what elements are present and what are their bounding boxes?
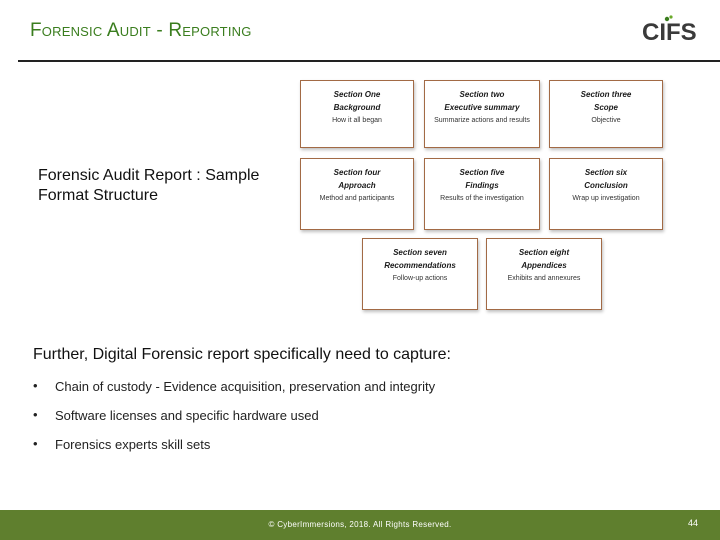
card-name: Appendices [521, 261, 567, 270]
title-divider [18, 60, 720, 62]
section-card-6: Section six Conclusion Wrap up investiga… [549, 158, 663, 230]
copyright-text: © CyberImmersions, 2018. All Rights Rese… [268, 520, 452, 529]
list-item-text: Software licenses and specific hardware … [55, 408, 319, 423]
further-heading: Further, Digital Forensic report specifi… [33, 346, 451, 363]
card-desc: Exhibits and annexures [507, 275, 581, 282]
cifs-logo: CIFS [642, 15, 697, 46]
logo-text: CIFS [642, 19, 697, 46]
card-desc: How it all began [332, 117, 382, 124]
list-item-text: Chain of custody - Evidence acquisition,… [55, 379, 436, 394]
card-desc: Summarize actions and results [434, 117, 530, 124]
page-number: 44 [687, 518, 698, 528]
card-section: Section two [459, 90, 505, 99]
card-section: Section seven [393, 248, 447, 257]
card-desc: Results of the investigation [440, 195, 524, 202]
bullet-icon: • [33, 407, 38, 422]
section-card-5: Section five Findings Results of the inv… [424, 158, 540, 230]
section-card-4: Section four Approach Method and partici… [300, 158, 414, 230]
bullet-icon: • [33, 378, 38, 393]
card-desc: Wrap up investigation [572, 195, 640, 202]
footer-bar: © CyberImmersions, 2018. All Rights Rese… [0, 510, 720, 540]
card-desc: Objective [591, 117, 621, 124]
card-section: Section four [333, 168, 381, 177]
card-section: Section six [584, 168, 628, 177]
card-section: Section five [459, 168, 505, 177]
list-item-text: Forensics experts skill sets [55, 437, 211, 452]
report-subtitle: Forensic Audit Report : Sample Format St… [38, 167, 260, 204]
card-name: Approach [338, 181, 376, 190]
section-card-2: Section two Executive summary Summarize … [424, 80, 540, 148]
card-section: Section One [333, 90, 381, 99]
section-card-7: Section seven Recommendations Follow-up … [362, 238, 478, 310]
slide-title: Forensic Audit - Reporting [30, 20, 252, 41]
section-card-1: Section One Background How it all began [300, 80, 414, 148]
card-name: Recommendations [384, 261, 456, 270]
card-name: Background [333, 103, 381, 112]
section-card-8: Section eight Appendices Exhibits and an… [486, 238, 602, 310]
bullet-icon: • [33, 436, 38, 451]
section-card-3: Section three Scope Objective [549, 80, 663, 148]
card-name: Conclusion [584, 181, 628, 190]
card-name: Executive summary [444, 103, 520, 112]
card-desc: Follow-up actions [392, 275, 448, 282]
card-section: Section eight [518, 248, 570, 257]
card-desc: Method and participants [319, 195, 395, 202]
card-name: Findings [465, 181, 499, 190]
card-section: Section three [580, 90, 632, 99]
card-name: Scope [593, 103, 618, 112]
